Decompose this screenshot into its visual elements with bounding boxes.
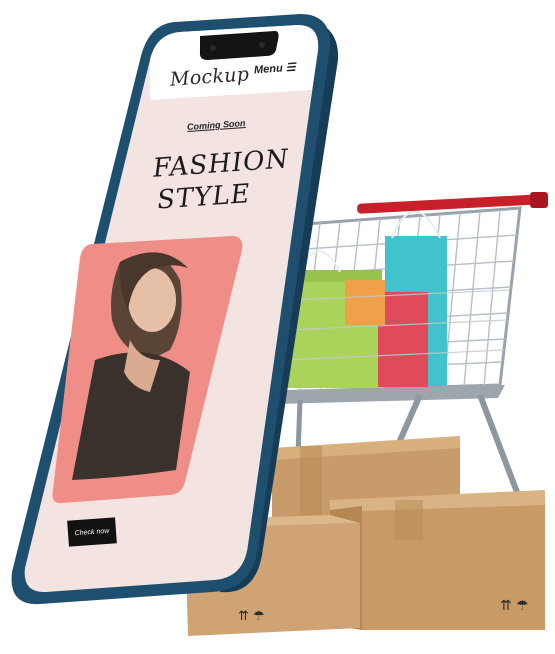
scene: ⇈ ☂ ⇈ ☂ Mockup Menu ☰ Coming Soon FASHIO… bbox=[0, 0, 555, 649]
svg-text:⇈ ☂: ⇈ ☂ bbox=[238, 609, 265, 624]
check-now-button[interactable]: Check now bbox=[67, 517, 117, 547]
orange-bag bbox=[345, 280, 385, 325]
svg-text:⇈ ☂: ⇈ ☂ bbox=[500, 598, 529, 614]
headline: FASHION STYLE bbox=[152, 143, 293, 216]
check-now-label: Check now bbox=[74, 527, 110, 537]
red-bag bbox=[378, 292, 428, 387]
illustration: ⇈ ☂ ⇈ ☂ bbox=[11, 14, 548, 636]
